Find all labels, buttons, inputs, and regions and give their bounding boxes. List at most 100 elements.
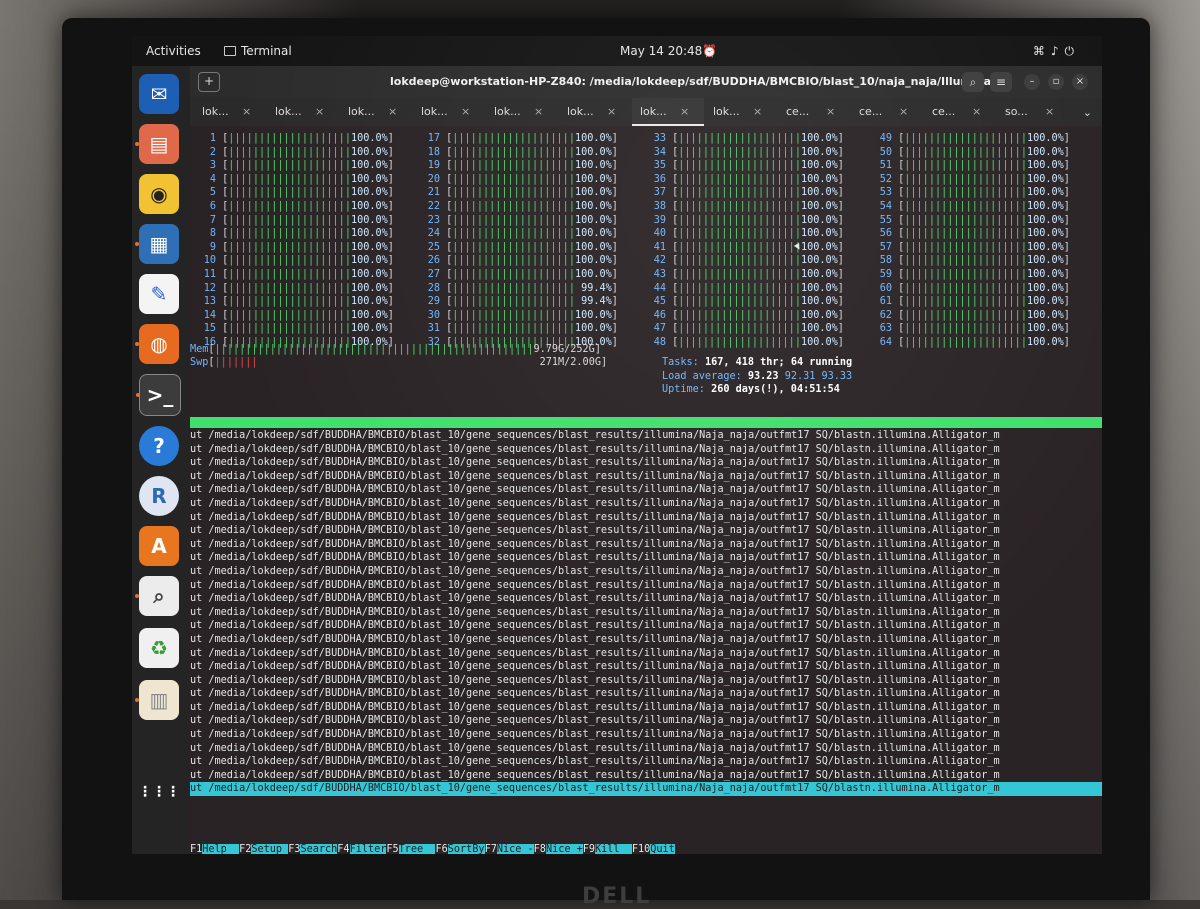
- fkey-label[interactable]: Nice -: [496, 844, 534, 854]
- software-center-icon[interactable]: A: [139, 526, 179, 566]
- search-icon[interactable]: ⌕: [135, 576, 179, 616]
- tab-9[interactable]: ce... ×: [778, 98, 850, 126]
- maximize-icon[interactable]: ▫: [1048, 74, 1064, 90]
- process-header-bar[interactable]: [190, 417, 1102, 428]
- selected-process-row[interactable]: ut /media/lokdeep/sdf/BUDDHA/BMCBIO/blas…: [190, 782, 1102, 797]
- tab-close-icon[interactable]: ×: [534, 105, 543, 118]
- system-tray[interactable]: ⌘♪⏻: [1033, 44, 1080, 59]
- thunderbird-icon[interactable]: ✉: [139, 74, 179, 114]
- process-row[interactable]: ut /media/lokdeep/sdf/BUDDHA/BMCBIO/blas…: [190, 524, 1102, 538]
- cpu-bar: ||||||||||||||||||||: [678, 200, 801, 212]
- new-tab-icon[interactable]: +: [198, 72, 220, 92]
- process-row[interactable]: ut /media/lokdeep/sdf/BUDDHA/BMCBIO/blas…: [190, 606, 1102, 620]
- process-row[interactable]: ut /media/lokdeep/sdf/BUDDHA/BMCBIO/blas…: [190, 443, 1102, 457]
- process-row[interactable]: ut /media/lokdeep/sdf/BUDDHA/BMCBIO/blas…: [190, 633, 1102, 647]
- tab-close-icon[interactable]: ×: [461, 105, 470, 118]
- process-row[interactable]: ut /media/lokdeep/sdf/BUDDHA/BMCBIO/blas…: [190, 456, 1102, 470]
- help-icon[interactable]: ?: [139, 426, 179, 466]
- tab-5[interactable]: lok... ×: [486, 98, 558, 126]
- tab-7[interactable]: lok... ×: [632, 98, 704, 126]
- process-row[interactable]: ut /media/lokdeep/sdf/BUDDHA/BMCBIO/blas…: [190, 755, 1102, 769]
- minimize-icon[interactable]: –: [1024, 74, 1040, 90]
- tab-12[interactable]: so... ×: [997, 98, 1069, 126]
- fkey-label[interactable]: Nice +: [545, 844, 583, 854]
- process-row[interactable]: ut /media/lokdeep/sdf/BUDDHA/BMCBIO/blas…: [190, 579, 1102, 593]
- tab-close-icon[interactable]: ×: [315, 105, 324, 118]
- process-row[interactable]: ut /media/lokdeep/sdf/BUDDHA/BMCBIO/blas…: [190, 714, 1102, 728]
- tab-close-icon[interactable]: ×: [753, 105, 762, 118]
- fkey-label[interactable]: Search: [300, 844, 338, 854]
- fkey-f9[interactable]: F9: [583, 844, 595, 854]
- fkey-f7[interactable]: F7: [485, 844, 497, 854]
- fkey-f1[interactable]: F1: [190, 844, 202, 854]
- fkey-label[interactable]: Filter: [349, 844, 387, 854]
- close-icon[interactable]: ×: [1072, 74, 1088, 90]
- fkey-label[interactable]: Setup: [251, 844, 289, 854]
- process-row[interactable]: ut /media/lokdeep/sdf/BUDDHA/BMCBIO/blas…: [190, 592, 1102, 606]
- process-row[interactable]: ut /media/lokdeep/sdf/BUDDHA/BMCBIO/blas…: [190, 551, 1102, 565]
- tab-close-icon[interactable]: ×: [899, 105, 908, 118]
- fkey-f2[interactable]: F2: [239, 844, 251, 854]
- tab-close-icon[interactable]: ×: [826, 105, 835, 118]
- activities-button[interactable]: Activities: [146, 44, 201, 58]
- text-editor-icon[interactable]: ✎: [139, 274, 179, 314]
- cpu-percent: 100.0%: [1026, 187, 1064, 199]
- fkey-label[interactable]: SortBy: [447, 844, 485, 854]
- process-row[interactable]: ut /media/lokdeep/sdf/BUDDHA/BMCBIO/blas…: [190, 511, 1102, 525]
- process-row[interactable]: ut /media/lokdeep/sdf/BUDDHA/BMCBIO/blas…: [190, 687, 1102, 701]
- fkey-label[interactable]: Help: [202, 844, 240, 854]
- cpu-bar: ||||||||||||||||||||: [904, 255, 1027, 267]
- trash-icon[interactable]: ♻: [139, 628, 179, 668]
- tab-2[interactable]: lok... ×: [267, 98, 339, 126]
- fkey-f4[interactable]: F4: [337, 844, 349, 854]
- show-apps-icon[interactable]: ⋮⋮⋮: [138, 772, 180, 812]
- search-icon[interactable]: ⌕: [962, 72, 984, 92]
- process-row[interactable]: ut /media/lokdeep/sdf/BUDDHA/BMCBIO/blas…: [190, 769, 1102, 783]
- tab-close-icon[interactable]: ×: [680, 105, 689, 118]
- process-row[interactable]: ut /media/lokdeep/sdf/BUDDHA/BMCBIO/blas…: [190, 470, 1102, 484]
- app-menu-terminal[interactable]: Terminal: [224, 44, 292, 58]
- tab-close-icon[interactable]: ×: [607, 105, 616, 118]
- fkey-f8[interactable]: F8: [534, 844, 546, 854]
- process-row[interactable]: ut /media/lokdeep/sdf/BUDDHA/BMCBIO/blas…: [190, 728, 1102, 742]
- process-row[interactable]: ut /media/lokdeep/sdf/BUDDHA/BMCBIO/blas…: [190, 565, 1102, 579]
- firefox-icon[interactable]: ◍: [135, 324, 179, 364]
- process-row[interactable]: ut /media/lokdeep/sdf/BUDDHA/BMCBIO/blas…: [190, 674, 1102, 688]
- fkey-f10[interactable]: F10: [632, 844, 650, 854]
- process-row[interactable]: ut /media/lokdeep/sdf/BUDDHA/BMCBIO/blas…: [190, 701, 1102, 715]
- rhythmbox-icon[interactable]: ◉: [139, 174, 179, 214]
- tab-3[interactable]: lok... ×: [340, 98, 412, 126]
- fkey-f5[interactable]: F5: [386, 844, 398, 854]
- fkey-label[interactable]: Quit: [650, 844, 675, 854]
- archive-icon[interactable]: ▥: [135, 680, 179, 720]
- process-row[interactable]: ut /media/lokdeep/sdf/BUDDHA/BMCBIO/blas…: [190, 429, 1102, 443]
- process-row[interactable]: ut /media/lokdeep/sdf/BUDDHA/BMCBIO/blas…: [190, 619, 1102, 633]
- tab-1[interactable]: lok... ×: [194, 98, 266, 126]
- tab-close-icon[interactable]: ×: [388, 105, 397, 118]
- tab-close-icon[interactable]: ×: [1045, 105, 1054, 118]
- process-row[interactable]: ut /media/lokdeep/sdf/BUDDHA/BMCBIO/blas…: [190, 647, 1102, 661]
- tab-close-icon[interactable]: ×: [242, 105, 251, 118]
- tab-4[interactable]: lok... ×: [413, 98, 485, 126]
- process-row[interactable]: ut /media/lokdeep/sdf/BUDDHA/BMCBIO/blas…: [190, 660, 1102, 674]
- r-icon[interactable]: R: [139, 476, 179, 516]
- files-icon[interactable]: ▤: [135, 124, 179, 164]
- tab-11[interactable]: ce... ×: [924, 98, 996, 126]
- tab-menu-chevron-down-icon[interactable]: ⌄: [1083, 106, 1092, 119]
- tab-8[interactable]: lok... ×: [705, 98, 777, 126]
- tab-6[interactable]: lok... ×: [559, 98, 631, 126]
- tab-10[interactable]: ce... ×: [851, 98, 923, 126]
- clock[interactable]: May 14 20:48: [620, 44, 702, 58]
- fkey-label[interactable]: Kill: [595, 844, 632, 854]
- process-row[interactable]: ut /media/lokdeep/sdf/BUDDHA/BMCBIO/blas…: [190, 483, 1102, 497]
- fkey-f3[interactable]: F3: [288, 844, 300, 854]
- hamburger-menu-icon[interactable]: ≡: [990, 72, 1012, 92]
- libreoffice-writer-icon[interactable]: ▦: [135, 224, 179, 264]
- fkey-label[interactable]: Tree: [398, 844, 436, 854]
- terminal-icon[interactable]: >_: [136, 374, 181, 416]
- fkey-f6[interactable]: F6: [435, 844, 447, 854]
- process-row[interactable]: ut /media/lokdeep/sdf/BUDDHA/BMCBIO/blas…: [190, 497, 1102, 511]
- process-row[interactable]: ut /media/lokdeep/sdf/BUDDHA/BMCBIO/blas…: [190, 538, 1102, 552]
- process-row[interactable]: ut /media/lokdeep/sdf/BUDDHA/BMCBIO/blas…: [190, 742, 1102, 756]
- tab-close-icon[interactable]: ×: [972, 105, 981, 118]
